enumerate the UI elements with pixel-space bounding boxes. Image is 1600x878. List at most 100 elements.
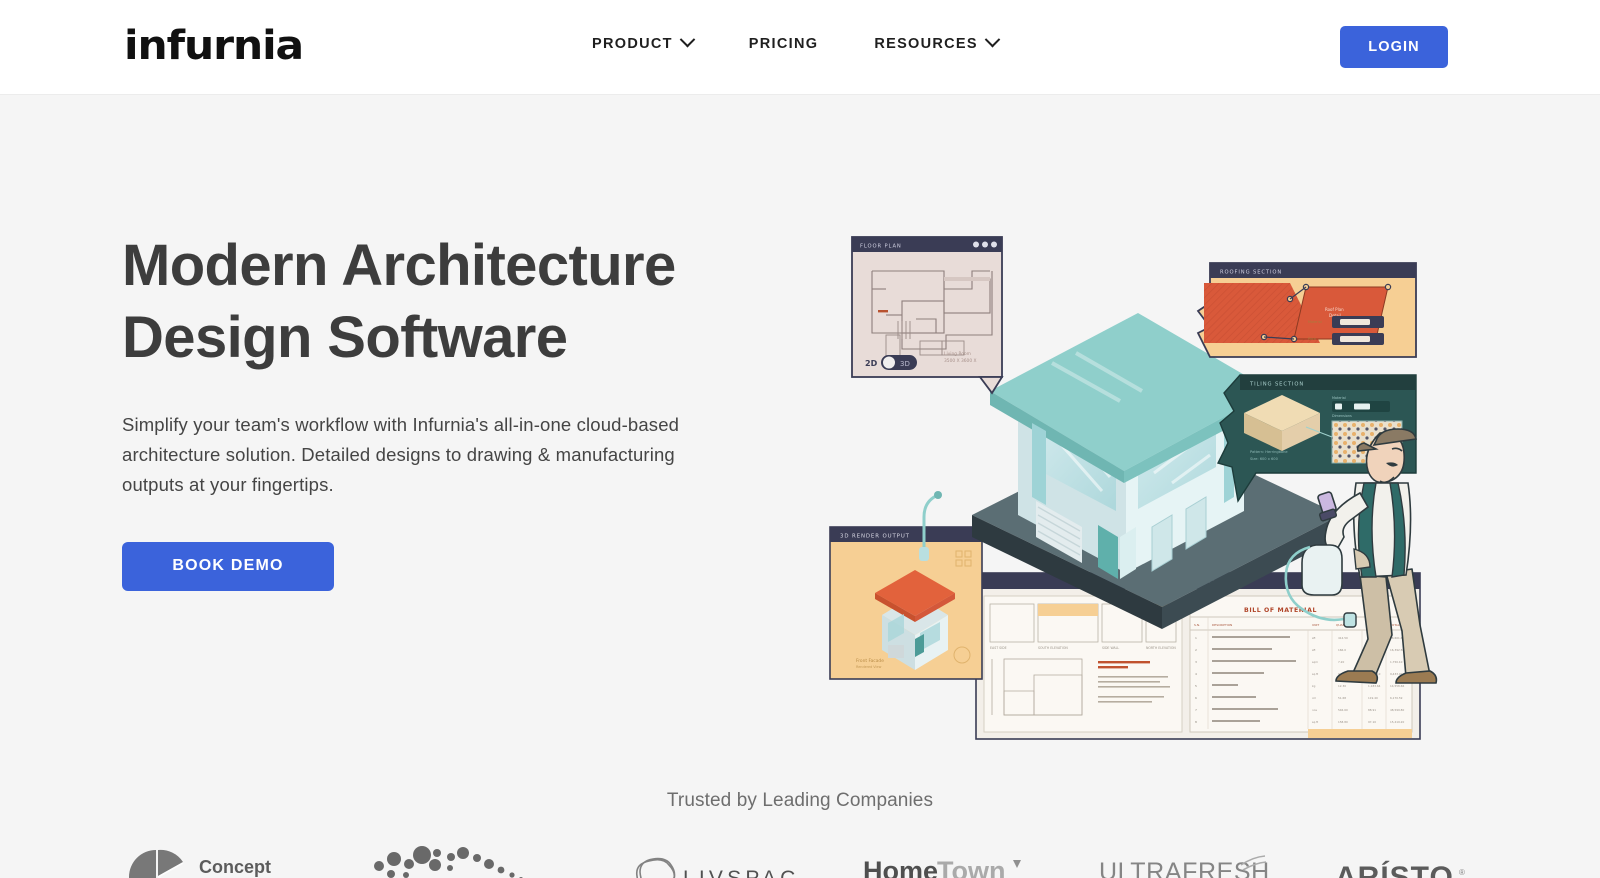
svg-text:1: 1 [1195, 636, 1197, 640]
svg-text:51.68: 51.68 [1338, 696, 1346, 700]
site-header: infurnia PRODUCT PRICING RESOURCES LOGIN [0, 0, 1600, 95]
svg-text:SIDE WALL: SIDE WALL [1102, 646, 1119, 650]
svg-text:Front Facade: Front Facade [856, 658, 884, 664]
page-title-line2: Design Software [122, 304, 568, 370]
panel-3d-render-output: 3D RENDER OUTPUT Front Facade Rendered V… [829, 526, 983, 680]
svg-text:nos: nos [1312, 708, 1317, 712]
purva-streaks-logo: PURVA ® STREAKS INTERIORS DIVISION OF PU… [374, 846, 523, 878]
nav-item-label: RESOURCES [874, 36, 978, 52]
hero-section: Modern Architecture Design Software Simp… [0, 95, 1600, 878]
svg-text:S.N.: S.N. [1194, 623, 1200, 627]
svg-text:546.60: 546.60 [1338, 708, 1348, 712]
svg-text:Material: Material [1332, 396, 1346, 400]
livspace-logo: LIVSPACE [635, 857, 799, 878]
svg-text:5: 5 [1195, 684, 1197, 688]
svg-text:Pitch: Pitch [1308, 337, 1316, 341]
client-logo-aristo: ARÍSTO ® [1333, 844, 1475, 878]
svg-text:3D: 3D [900, 360, 910, 368]
svg-text:1,183.64: 1,183.64 [1368, 684, 1381, 688]
client-logo-row: Concept kitchen. PURVA ® [0, 844, 1600, 878]
svg-text:FLOOR PLAN: FLOOR PLAN [860, 244, 902, 250]
svg-text:UNIT: UNIT [1312, 623, 1319, 627]
svg-text:414.50: 414.50 [1338, 636, 1348, 640]
panel-floor-plan: FLOOR PLAN 2D 3D Living Room 3500 X 3600… [851, 236, 1004, 395]
hero-illustration: PRODUCTION SCHEDULE EAST SIDESOUTH ELEVA… [820, 215, 1460, 755]
hero-copy: Modern Architecture Design Software Simp… [122, 230, 822, 591]
svg-text:Home: Home [863, 856, 938, 878]
hero-subtitle: Simplify your team's workflow with Infur… [122, 413, 680, 495]
svg-text:48,599.80: 48,599.80 [1390, 708, 1404, 712]
svg-text:7: 7 [1195, 708, 1197, 712]
client-logo-concept-kitchen: Concept kitchen. [125, 844, 305, 878]
svg-text:3500 X 3600 X: 3500 X 3600 X [944, 358, 977, 364]
svg-text:sq.ft: sq.ft [1312, 720, 1319, 724]
svg-text:sq.ft: sq.ft [1312, 672, 1319, 676]
svg-text:ULTRAFRESH: ULTRAFRESH [1099, 858, 1270, 878]
page-title: Modern Architecture Design Software [122, 230, 822, 374]
client-logo-ultrafresh: ULTRAFRESH MODULAR SOLUTIONS [1095, 844, 1271, 878]
svg-text:16,392.50: 16,392.50 [1390, 648, 1404, 652]
brand-logo[interactable]: infurnia [124, 26, 304, 66]
svg-text:kg: kg [1312, 684, 1316, 688]
svg-text:sqm: sqm [1312, 660, 1318, 664]
svg-text:7.20: 7.20 [1338, 660, 1344, 664]
concept-kitchen-logo: Concept kitchen. [129, 849, 271, 878]
svg-text:3D RENDER OUTPUT: 3D RENDER OUTPUT [840, 534, 910, 540]
svg-text:Rendered View: Rendered View [856, 665, 882, 669]
svg-text:Concept: Concept [199, 857, 271, 877]
svg-text:Material: Material [1308, 320, 1322, 324]
svg-text:166.0: 166.0 [1338, 648, 1346, 652]
svg-text:1,750.10: 1,750.10 [1390, 660, 1403, 664]
client-logo-hometown: Home Town Ab ghar banana kitna aasaan! [861, 844, 1033, 878]
svg-text:NORTH ELEVATION: NORTH ELEVATION [1146, 646, 1176, 650]
svg-text:8: 8 [1195, 720, 1197, 724]
svg-text:cm: cm [1312, 696, 1317, 700]
svg-text:97.10: 97.10 [1368, 720, 1376, 724]
svg-text:SOUTH ELEVATION: SOUTH ELEVATION [1038, 646, 1068, 650]
svg-text:119.40: 119.40 [1368, 696, 1378, 700]
svg-text:2D: 2D [865, 359, 878, 368]
svg-text:3: 3 [1195, 660, 1197, 664]
svg-text:Living Room: Living Room [944, 351, 971, 357]
svg-text:Size: 600 x 600: Size: 600 x 600 [1250, 457, 1279, 461]
hometown-logo: Home Town Ab ghar banana kitna aasaan! [863, 856, 1021, 878]
svg-text:6,170.59: 6,170.59 [1390, 696, 1403, 700]
svg-text:2: 2 [1195, 648, 1197, 652]
trusted-by-title: Trusted by Leading Companies [666, 790, 934, 811]
svg-text:Town: Town [937, 856, 1005, 878]
svg-text:DESCRIPTION: DESCRIPTION [1212, 623, 1232, 627]
svg-text:15,419.20: 15,419.20 [1390, 720, 1404, 724]
ultrafresh-logo: ULTRAFRESH MODULAR SOLUTIONS [1099, 855, 1270, 878]
client-logo-livspace: LIVSPACE [629, 844, 799, 878]
nav-item-label: PRICING [748, 36, 819, 52]
svg-text:®: ® [1459, 868, 1465, 877]
svg-text:158.80: 158.80 [1338, 720, 1348, 724]
svg-text:Dimensions: Dimensions [1332, 414, 1352, 418]
svg-text:EAST SIDE: EAST SIDE [990, 646, 1007, 650]
trusted-by-section: Trusted by Leading Companies Concept kit… [0, 790, 1600, 878]
svg-text:6: 6 [1195, 696, 1197, 700]
svg-text:88.91: 88.91 [1368, 708, 1376, 712]
svg-text:ARÍSTO: ARÍSTO [1335, 860, 1454, 878]
chevron-down-icon [679, 31, 696, 47]
book-demo-button[interactable]: BOOK DEMO [122, 541, 334, 591]
svg-text:14,558.66: 14,558.66 [1390, 684, 1404, 688]
panel-roofing-section: ROOFING SECTION Roof Plan Detail Materia… [1196, 262, 1417, 358]
svg-text:LIVSPACE: LIVSPACE [683, 867, 799, 878]
svg-text:TILING SECTION: TILING SECTION [1249, 382, 1304, 388]
svg-text:12.30: 12.30 [1338, 684, 1346, 688]
nav-item-resources[interactable]: RESOURCES [874, 31, 1001, 52]
svg-text:4: 4 [1195, 672, 1197, 676]
nav-item-pricing[interactable]: PRICING [749, 36, 819, 52]
client-logo-purva-streaks: PURVA ® STREAKS INTERIORS DIVISION OF PU… [367, 844, 567, 878]
svg-text:Pattern: Herringbone: Pattern: Herringbone [1250, 450, 1288, 454]
aristo-logo: ARÍSTO ® [1335, 860, 1465, 878]
nav-item-product[interactable]: PRODUCT [592, 31, 696, 52]
svg-text:Roof Plan: Roof Plan [1325, 307, 1344, 312]
page-title-line1: Modern Architecture [122, 233, 676, 298]
svg-text:ROOFING SECTION: ROOFING SECTION [1220, 270, 1282, 276]
login-button[interactable]: LOGIN [1340, 26, 1448, 68]
main-navigation: PRODUCT PRICING RESOURCES [592, 31, 1001, 52]
chevron-down-icon [984, 31, 1001, 47]
nav-item-label: PRODUCT [592, 36, 673, 52]
